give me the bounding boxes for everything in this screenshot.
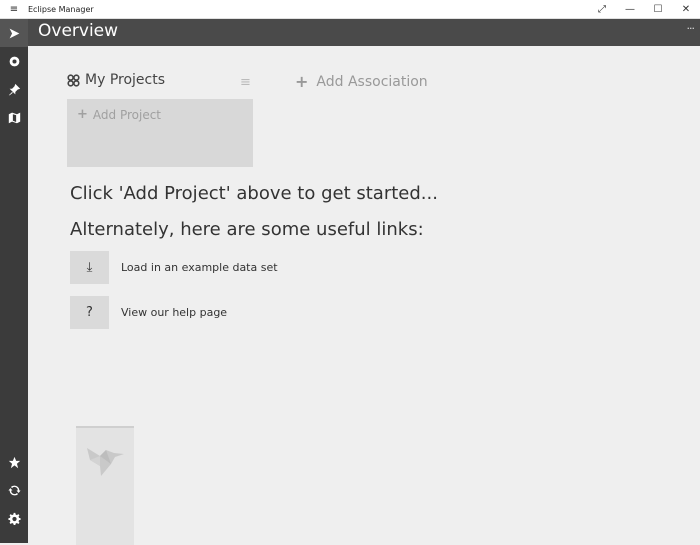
close-button[interactable]: ✕ — [672, 4, 700, 15]
rail-item-settings[interactable] — [0, 504, 28, 532]
add-project-button[interactable]: + Add Project — [67, 99, 253, 167]
send-icon — [9, 28, 19, 38]
plus-icon: + — [295, 72, 309, 91]
help-button[interactable]: ? — [70, 296, 109, 329]
more-options-icon[interactable]: ··· — [687, 22, 695, 35]
rail-item-record[interactable] — [0, 47, 28, 75]
maximize-button[interactable]: ☐ — [644, 4, 672, 15]
projects-icon — [67, 73, 80, 87]
get-started-message: Click 'Add Project' above to get started… — [70, 183, 438, 204]
sync-icon — [7, 485, 21, 495]
my-projects-label: My Projects — [85, 72, 166, 88]
download-button[interactable]: ⤓ — [70, 251, 109, 284]
add-association-button[interactable]: + Add Association — [295, 72, 428, 91]
fullscreen-button[interactable]: ⤢ — [588, 4, 616, 15]
main-content: My Projects ≡ + Add Association + Add Pr… — [28, 46, 700, 545]
add-project-label: Add Project — [92, 107, 162, 122]
rail-item-sync[interactable] — [0, 476, 28, 504]
example-data-label[interactable]: Load in an example data set — [121, 261, 278, 274]
minimize-button[interactable]: — — [616, 4, 644, 15]
example-data-link[interactable]: ⤓ Load in an example data set — [70, 251, 278, 284]
rail-item-overview[interactable] — [0, 19, 28, 47]
settings-icon — [7, 512, 21, 525]
help-icon: ? — [86, 305, 93, 320]
pin-icon — [8, 83, 20, 95]
add-association-label: Add Association — [316, 73, 428, 90]
title-bar: ≡ Eclipse Manager ⤢ — ☐ ✕ — [0, 0, 700, 19]
rail-item-map[interactable] — [0, 103, 28, 131]
rail-item-pin[interactable] — [0, 75, 28, 103]
hamburger-menu-icon[interactable]: ≡ — [0, 4, 28, 15]
help-page-label[interactable]: View our help page — [121, 306, 227, 319]
useful-links-message: Alternately, here are some useful links: — [70, 219, 424, 240]
plus-icon: + — [77, 107, 88, 122]
download-icon: ⤓ — [86, 260, 93, 275]
page-title: Overview — [38, 21, 119, 41]
star-icon — [8, 456, 20, 468]
help-page-link[interactable]: ? View our help page — [70, 296, 227, 329]
page-header: Overview ··· — [28, 19, 700, 46]
my-projects-heading: My Projects — [67, 72, 165, 88]
list-view-icon[interactable]: ≡ — [240, 75, 251, 90]
map-icon — [8, 112, 20, 123]
bird-logo-icon — [87, 448, 124, 476]
app-title: Eclipse Manager — [28, 4, 94, 14]
nav-rail — [0, 19, 28, 543]
brand-banner — [76, 426, 134, 545]
rail-item-favorites[interactable] — [0, 448, 28, 476]
record-icon — [9, 56, 19, 66]
